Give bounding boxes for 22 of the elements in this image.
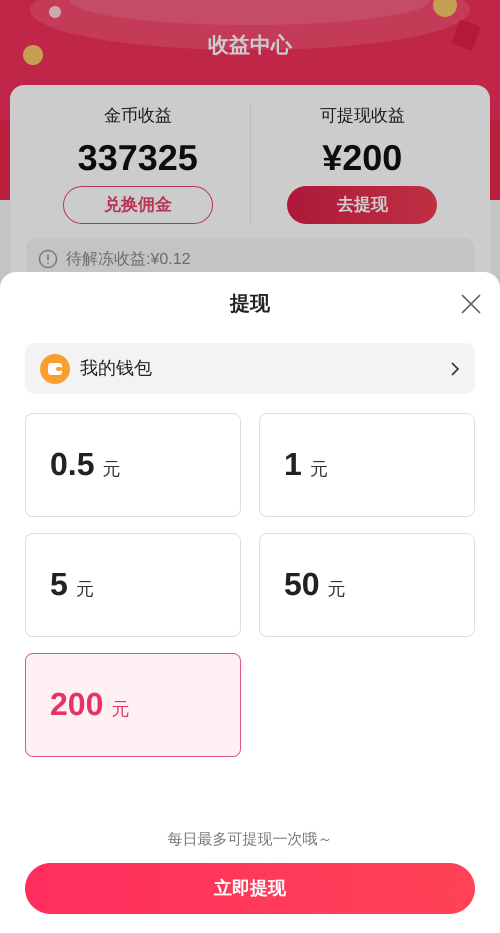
- chevron-right-icon: [450, 360, 460, 376]
- amount-option[interactable]: 200 元: [25, 653, 241, 757]
- earnings-label: 金币收益: [104, 105, 172, 127]
- close-icon: [461, 294, 481, 314]
- amount-option[interactable]: 1 元: [259, 413, 475, 517]
- amount-option[interactable]: 5 元: [25, 533, 241, 637]
- page-title: 收益中心: [208, 32, 292, 59]
- earnings-action-button[interactable]: 去提现: [287, 186, 438, 224]
- sheet-title: 提现: [230, 292, 270, 317]
- earnings-value: ¥200: [322, 136, 402, 180]
- info-icon: [38, 248, 58, 268]
- hint-text: 每日最多可提现一次哦～: [168, 830, 332, 850]
- pending-text: 待解冻收益:¥0.12: [66, 250, 190, 270]
- close-button[interactable]: [459, 292, 483, 316]
- earnings-value: 337325: [78, 136, 198, 180]
- earnings-label: 可提现收益: [320, 105, 405, 127]
- withdraw-button[interactable]: 立即提现: [25, 863, 475, 914]
- amount-option[interactable]: 50 元: [259, 533, 475, 637]
- amount-option[interactable]: 0.5 元: [25, 413, 241, 517]
- earnings-action-button[interactable]: 兑换佣金: [62, 186, 213, 224]
- wallet-row[interactable]: 我的钱包: [25, 343, 475, 394]
- wallet-icon: [40, 354, 70, 384]
